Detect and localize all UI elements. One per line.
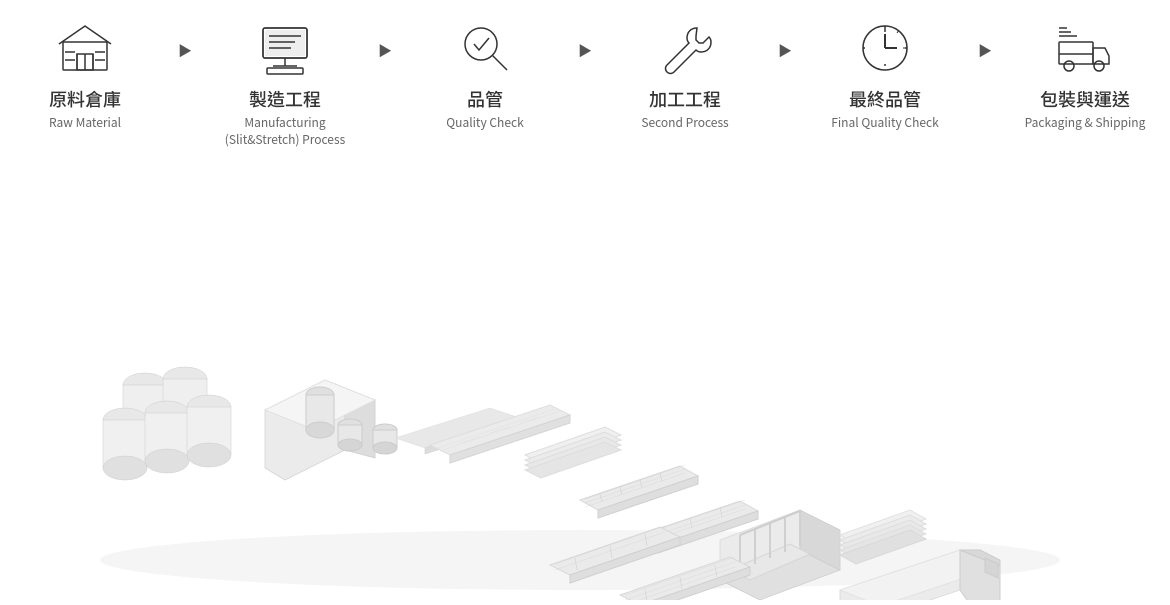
step-manufacturing-zh: 製造工程 bbox=[249, 86, 321, 112]
step-second-en: Second Process bbox=[641, 115, 728, 132]
truck-icon bbox=[1050, 18, 1120, 78]
arrow-icon-3: ▶ bbox=[578, 44, 592, 58]
step-manufacturing: 製造工程 Manufacturing(Slit&Stretch) Process bbox=[205, 18, 365, 149]
step-final-quality: 最終品管 Final Quality Check bbox=[805, 18, 965, 132]
arrow-2: ▶ bbox=[365, 18, 405, 58]
arrow-icon-1: ▶ bbox=[178, 44, 192, 58]
step-quality-en: Quality Check bbox=[446, 115, 523, 132]
step-second-zh: 加工工程 bbox=[649, 86, 721, 112]
step-packaging-zh: 包裝與運送 bbox=[1040, 86, 1130, 112]
arrow-4: ▶ bbox=[765, 18, 805, 58]
warehouse-icon bbox=[50, 18, 120, 78]
step-raw-material-en: Raw Material bbox=[49, 115, 121, 132]
step-manufacturing-en: Manufacturing(Slit&Stretch) Process bbox=[225, 115, 345, 149]
arrow-icon-5: ▶ bbox=[978, 44, 992, 58]
clock-check-icon bbox=[850, 18, 920, 78]
step-final-en: Final Quality Check bbox=[831, 115, 939, 132]
process-illustration: .iso { fill: #f0f0f0; stroke: #ddd; stro… bbox=[0, 180, 1170, 600]
step-quality-check: 品管 Quality Check bbox=[405, 18, 565, 132]
process-flow: 原料倉庫 Raw Material ▶ 製造工程 M bbox=[0, 0, 1170, 149]
arrow-5: ▶ bbox=[965, 18, 1005, 58]
step-raw-material-zh: 原料倉庫 bbox=[49, 86, 121, 112]
step-quality-zh: 品管 bbox=[467, 86, 503, 112]
step-packaging-en: Packaging & Shipping bbox=[1025, 115, 1146, 132]
arrow-icon-4: ▶ bbox=[778, 44, 792, 58]
step-packaging: 包裝與運送 Packaging & Shipping bbox=[1005, 18, 1165, 132]
arrow-icon-2: ▶ bbox=[378, 44, 392, 58]
quality-icon bbox=[450, 18, 520, 78]
machine-icon bbox=[250, 18, 320, 78]
arrow-1: ▶ bbox=[165, 18, 205, 58]
step-second-process: 加工工程 Second Process bbox=[605, 18, 765, 132]
wrench-icon bbox=[650, 18, 720, 78]
step-raw-material: 原料倉庫 Raw Material bbox=[5, 18, 165, 132]
step-final-zh: 最終品管 bbox=[849, 86, 921, 112]
arrow-3: ▶ bbox=[565, 18, 605, 58]
